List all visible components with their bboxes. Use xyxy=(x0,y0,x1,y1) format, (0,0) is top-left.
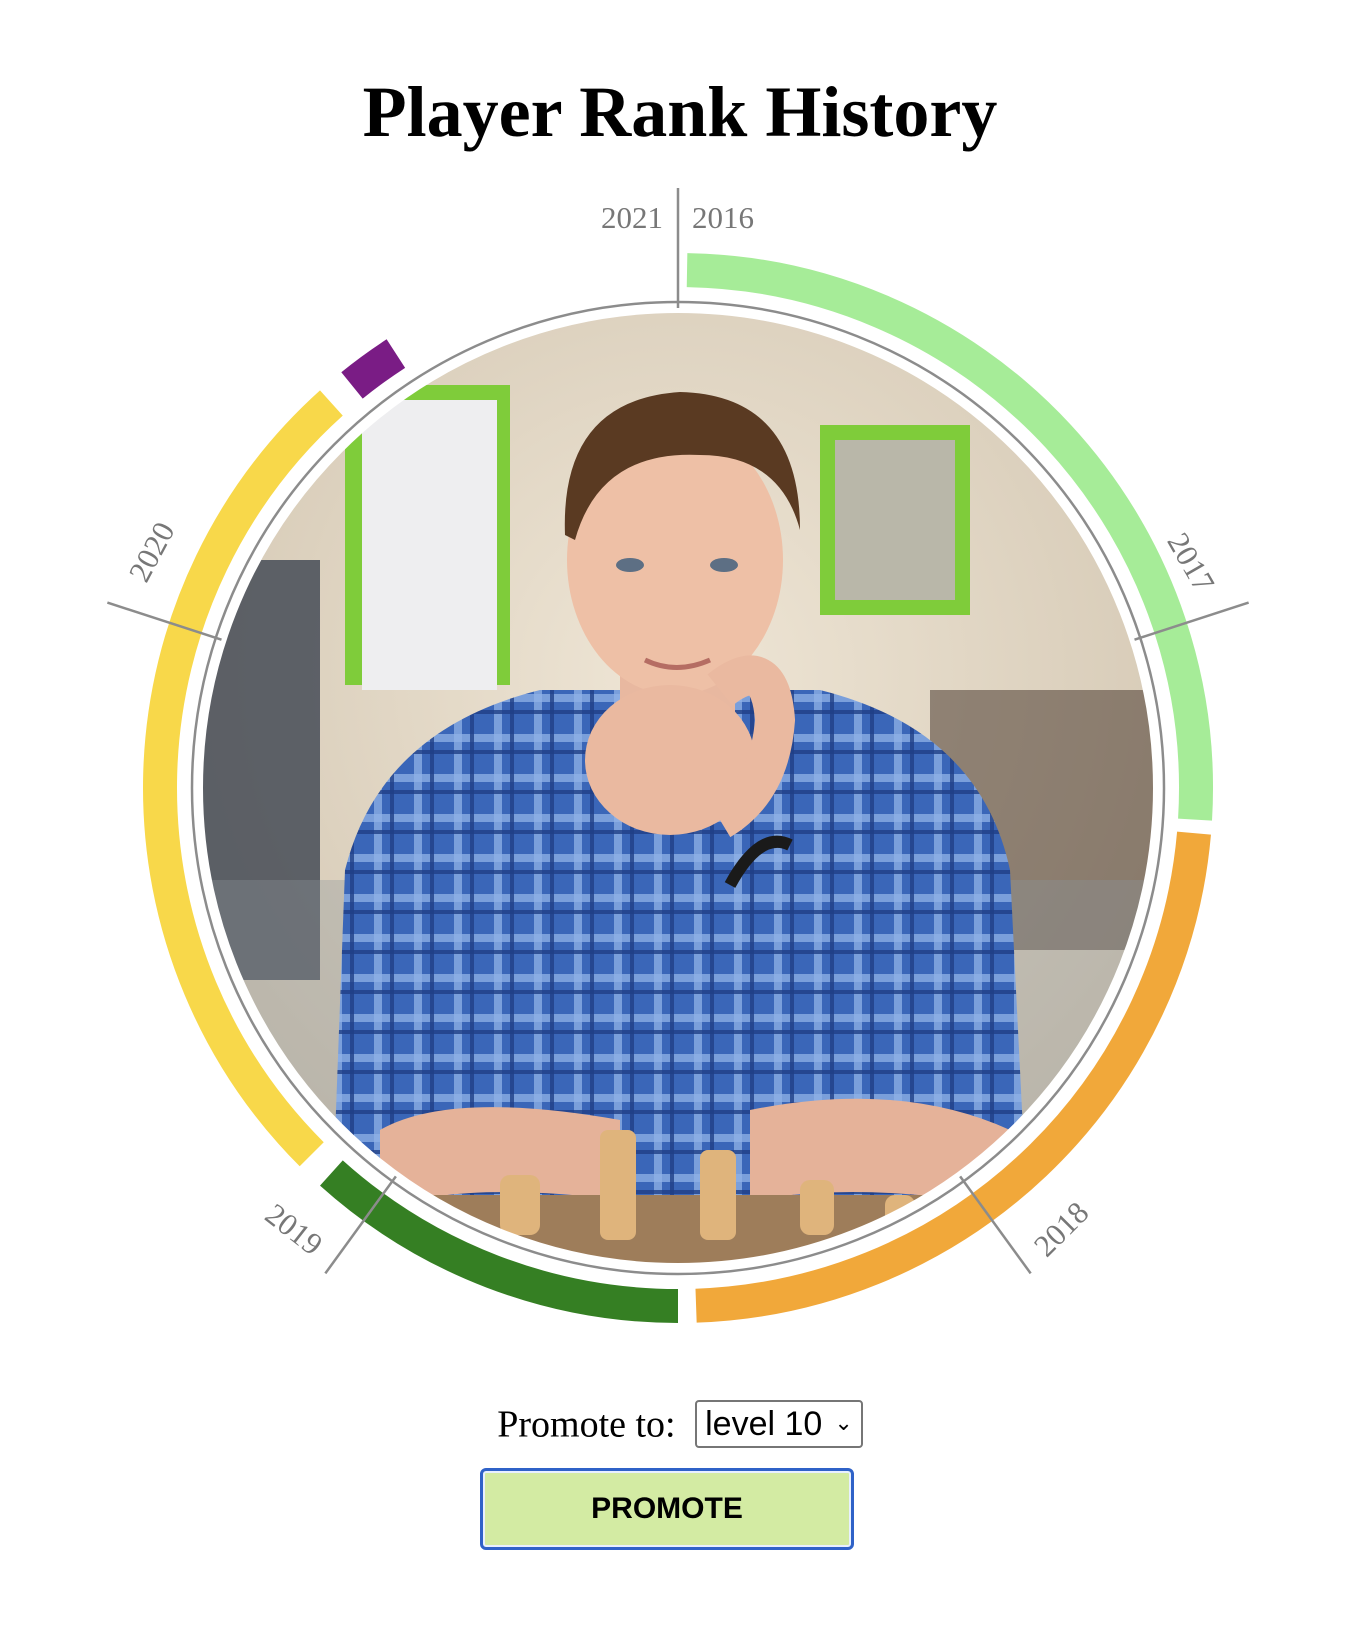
level-select-value: level 10 xyxy=(705,1405,823,1444)
level-select[interactable]: level 10 ⌄ xyxy=(695,1400,863,1449)
chevron-down-icon: ⌄ xyxy=(834,1410,853,1436)
year-label-2018: 2018 xyxy=(1027,1195,1096,1264)
year-label-2021: 2021 xyxy=(601,200,663,235)
promote-row: Promote to: level 10 ⌄ xyxy=(0,1395,1360,1450)
rank-segment-5[interactable] xyxy=(341,339,406,399)
promote-label: Promote to: xyxy=(497,1403,676,1446)
promote-button[interactable]: PROMOTE xyxy=(480,1468,854,1550)
year-label-2016: 2016 xyxy=(692,200,754,235)
rank-history-wheel: 2021 2016 2017 2018 2019 2020 xyxy=(106,188,1250,1323)
year-label-2020: 2020 xyxy=(122,516,182,587)
year-label-2019: 2019 xyxy=(259,1196,329,1262)
